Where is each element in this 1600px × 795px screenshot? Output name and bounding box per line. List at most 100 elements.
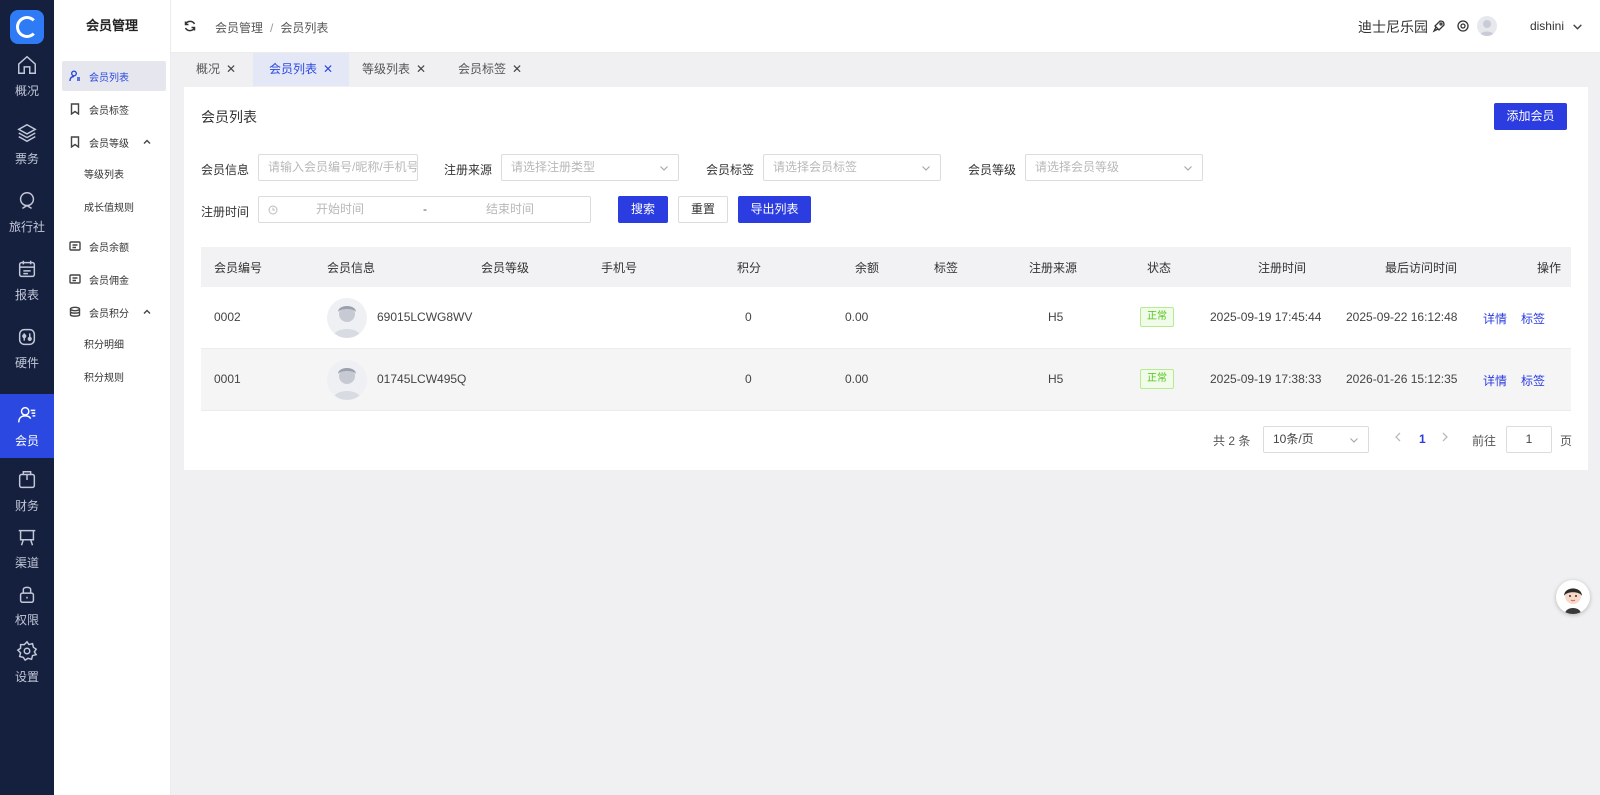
submenu-item-member-levels[interactable]: 会员等级 — [62, 127, 166, 157]
tab-close-icon[interactable]: ✕ — [512, 62, 522, 76]
add-member-button[interactable]: 添加会员 — [1494, 103, 1567, 130]
breadcrumb-item-current: 会员列表 — [280, 21, 329, 35]
next-page-icon[interactable] — [1440, 430, 1450, 444]
submenu-item-member-list[interactable]: 会员列表 — [62, 61, 166, 91]
rail-item-overview[interactable]: 概况 — [0, 44, 54, 108]
start-time-placeholder[interactable]: 开始时间 — [316, 197, 364, 222]
member-level-select[interactable]: 请选择会员等级 — [1025, 154, 1203, 181]
submenu-item-member-balance[interactable]: 会员余额 — [62, 231, 166, 261]
app-logo[interactable] — [10, 10, 44, 44]
tab-label: 会员列表 — [269, 62, 318, 76]
member-level-placeholder: 请选择会员等级 — [1035, 160, 1120, 174]
page-size-value: 10条/页 — [1273, 432, 1314, 446]
tab-label: 等级列表 — [362, 62, 411, 76]
detail-link[interactable]: 详情 — [1483, 310, 1507, 327]
member-balance: 0.00 — [845, 310, 869, 324]
filter-label-reg-time: 注册时间 — [201, 205, 250, 219]
rail-item-label: 权限 — [14, 612, 39, 627]
submenu-item-growth-rules[interactable]: 成长值规则 — [84, 194, 134, 224]
rail-item-settings[interactable]: 设置 — [0, 630, 54, 694]
filter-label-member-tag: 会员标签 — [706, 163, 755, 177]
gear-icon — [16, 640, 38, 661]
tab-close-icon[interactable]: ✕ — [416, 62, 426, 76]
rail-item-travel-agency[interactable]: 旅行社 — [0, 180, 54, 244]
table-row: 0002 69015LCWG8WV 0 0.00 H5 正常 2025-09-1… — [201, 287, 1571, 349]
breadcrumb-item[interactable]: 会员管理 — [215, 21, 263, 35]
submenu-item-member-commission[interactable]: 会员佣金 — [62, 264, 166, 294]
rail-item-finance[interactable]: 财务 — [0, 459, 54, 523]
user-avatar[interactable] — [1477, 16, 1497, 36]
chevron-down-icon[interactable] — [1572, 21, 1583, 32]
wallet-icon — [18, 470, 36, 488]
rocket-icon[interactable] — [1432, 19, 1446, 33]
rail-item-permissions[interactable]: 权限 — [0, 573, 54, 637]
column-header: 会员编号 — [214, 261, 263, 275]
breadcrumb: 会员管理 / 会员列表 — [215, 19, 328, 36]
page-title: 会员列表 — [201, 109, 257, 125]
reg-source: H5 — [1048, 310, 1064, 324]
column-header: 操作 — [1537, 261, 1562, 275]
submenu-item-member-tags[interactable]: 会员标签 — [62, 94, 166, 124]
end-time-placeholder[interactable]: 结束时间 — [486, 197, 534, 222]
commission-icon — [69, 274, 81, 284]
channel-icon — [18, 529, 36, 545]
rail-item-members[interactable]: 会员 — [0, 394, 54, 458]
tab-member-list[interactable]: 会员列表 ✕ — [253, 53, 350, 86]
column-header: 最后访问时间 — [1385, 261, 1458, 275]
chevron-down-icon — [1350, 438, 1358, 443]
column-header: 余额 — [855, 261, 880, 275]
venue-name[interactable]: 迪士尼乐园 — [1358, 17, 1428, 37]
reg-source-select[interactable]: 请选择注册类型 — [501, 154, 679, 181]
tab-level-list[interactable]: 等级列表 ✕ — [346, 53, 442, 86]
search-button[interactable]: 搜索 — [618, 196, 668, 223]
member-id: 0001 — [214, 372, 241, 386]
submenu-item-label: 会员佣金 — [89, 275, 129, 287]
tab-close-icon[interactable]: ✕ — [226, 62, 236, 76]
page-size-select[interactable]: 10条/页 — [1263, 426, 1369, 453]
assistant-avatar-button[interactable] — [1556, 580, 1590, 614]
rail-item-label: 渠道 — [14, 555, 39, 570]
tab-close-icon[interactable]: ✕ — [323, 62, 333, 76]
member-id: 0002 — [214, 310, 241, 324]
filter-label-member-info: 会员信息 — [201, 163, 250, 177]
prev-page-icon[interactable] — [1393, 430, 1403, 444]
submenu-item-member-points[interactable]: 会员积分 — [62, 297, 166, 327]
export-list-button[interactable]: 导出列表 — [738, 196, 811, 223]
chevron-down-icon — [660, 166, 668, 171]
submenu-item-points-rules[interactable]: 积分规则 — [84, 364, 124, 394]
member-info-input[interactable]: 请输入会员编号/昵称/手机号 — [258, 154, 418, 181]
member-avatar — [327, 298, 367, 338]
member-list-panel: 会员列表 添加会员 会员信息 请输入会员编号/昵称/手机号 注册来源 请选择注册… — [184, 87, 1588, 470]
detail-link[interactable]: 详情 — [1483, 372, 1507, 389]
goto-page-input[interactable]: 1 — [1506, 426, 1552, 453]
refresh-icon[interactable] — [183, 19, 197, 33]
range-separator: - — [423, 202, 427, 216]
bookmark-icon — [70, 103, 80, 115]
secondary-menu: 会员管理 会员列表 会员标签 会员等级 等级列表 成长值规则 会员余额 会员佣金… — [54, 0, 171, 795]
submenu-item-level-list[interactable]: 等级列表 — [84, 161, 124, 191]
submenu-item-label: 会员标签 — [89, 105, 129, 117]
rail-item-tickets[interactable]: 票务 — [0, 112, 54, 176]
member-tag-select[interactable]: 请选择会员标签 — [763, 154, 941, 181]
travel-agency-icon — [19, 191, 35, 209]
current-page[interactable]: 1 — [1419, 432, 1426, 446]
rail-item-label: 会员 — [14, 433, 39, 448]
submenu-item-points-detail[interactable]: 积分明细 — [84, 331, 124, 361]
chevron-down-icon — [1184, 166, 1192, 171]
username[interactable]: dishini — [1530, 19, 1564, 33]
gear-icon[interactable] — [1456, 19, 1470, 33]
rail-item-label: 设置 — [14, 669, 39, 684]
tag-link[interactable]: 标签 — [1521, 372, 1545, 389]
rail-item-channels[interactable]: 渠道 — [0, 516, 54, 580]
chevron-up-icon — [143, 139, 151, 144]
rail-item-label: 票务 — [14, 151, 39, 166]
tab-member-tags[interactable]: 会员标签 ✕ — [442, 53, 538, 86]
rail-item-hardware[interactable]: 硬件 — [0, 316, 54, 380]
reset-button[interactable]: 重置 — [678, 196, 728, 223]
user-avatar-icon — [1480, 20, 1494, 36]
last-visit-time: 2026-01-26 15:12:35 — [1346, 372, 1458, 386]
tag-link[interactable]: 标签 — [1521, 310, 1545, 327]
reg-time-range-picker[interactable]: 开始时间 - 结束时间 — [258, 196, 591, 223]
rail-item-reports[interactable]: 报表 — [0, 248, 54, 312]
tab-overview[interactable]: 概况 ✕ — [180, 53, 252, 86]
